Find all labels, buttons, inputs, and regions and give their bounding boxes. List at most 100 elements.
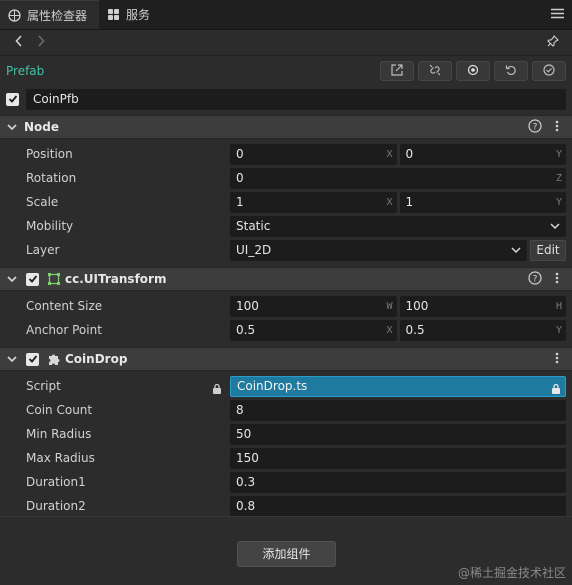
hamburger-icon [550,8,564,22]
prop-label: Duration2 [26,499,86,513]
prop-label: Duration1 [26,475,86,489]
forward-button[interactable] [30,32,52,54]
layer-edit-button[interactable]: Edit [530,239,566,261]
duration2-input[interactable]: 0.8 [230,495,566,517]
chevron-down-icon [511,240,521,261]
rotation-z-input[interactable]: 0Z [230,167,566,189]
panel-menu-button[interactable] [542,0,572,29]
mobility-value: Static [236,218,271,233]
prop-label: Position [26,147,73,161]
edit-prefab-button[interactable] [380,61,414,81]
prop-row-rotation: Rotation 0Z [0,166,572,190]
prop-row-min-radius: Min Radius 50 [0,422,572,446]
uitransform-section-title: cc.UITransform [65,272,167,286]
pin-icon [547,35,559,50]
node-section-title: Node [24,120,60,134]
uitransform-section-body: Content Size 100 W 100 H Anchor Point 0.5 X… [0,291,572,342]
max-radius-input[interactable]: 150 [230,447,566,469]
rotation-z-value: 0 [236,170,244,185]
back-button[interactable] [8,32,30,54]
more-vertical-icon [555,272,559,287]
help-icon: ? [528,270,542,288]
help-button[interactable]: ? [524,117,546,137]
node-active-checkbox[interactable] [6,92,19,106]
anchor-y-input[interactable]: 0.5 Y [399,319,566,341]
add-component-button[interactable]: 添加组件 [237,541,336,567]
axis-h-label: H [555,300,562,312]
node-more-button[interactable] [546,117,568,137]
position-y-input[interactable]: 0Y [399,143,566,165]
scale-y-value: 1 [405,194,414,209]
tab-inspector[interactable]: 属性检查器 [0,0,100,29]
prop-label: Rotation [26,171,77,185]
axis-z-label: Z [555,172,562,184]
node-section-header[interactable]: Node ? [0,115,572,139]
prop-row-layer: Layer UI_2D Edit [0,238,572,262]
node-name-row: CoinPfb [0,86,572,112]
axis-x-label: X [386,148,393,160]
prop-row-anchor-point: Anchor Point 0.5 X 0.5 Y [0,318,572,342]
scale-x-input[interactable]: 1X [230,191,397,213]
prop-row-coin-count: Coin Count 8 [0,398,572,422]
axis-y-label: Y [555,148,562,160]
layer-value: UI_2D [236,242,272,257]
prop-row-mobility: Mobility Static [0,214,572,238]
content-size-h-input[interactable]: 100 H [399,295,566,317]
position-x-input[interactable]: 0X [230,143,397,165]
tab-services-label: 服务 [126,8,151,22]
more-vertical-icon [555,352,559,367]
coindrop-section-header[interactable]: CoinDrop [0,347,572,371]
locate-prefab-button[interactable] [456,61,490,81]
mobility-select[interactable]: Static [230,215,566,237]
anchor-x-input[interactable]: 0.5 X [230,319,397,341]
uitransform-section-header[interactable]: cc.UITransform ? [0,267,572,291]
tab-inspector-label: 属性检查器 [27,8,88,23]
node-name-input[interactable]: CoinPfb [26,88,566,110]
prop-label: Max Radius [26,451,95,465]
help-icon: ? [528,118,542,136]
tab-services[interactable]: 服务 [99,0,162,29]
content-size-w-input[interactable]: 100 W [230,295,397,317]
duration1-input[interactable]: 0.3 [230,471,566,493]
prop-row-duration2: Duration2 0.8 [0,494,572,518]
coin-count-input[interactable]: 8 [230,399,566,421]
services-icon [107,8,120,21]
position-y-value: 0 [405,146,414,161]
coindrop-more-button[interactable] [546,349,568,369]
prop-label: Layer [26,243,60,257]
chevron-down-icon[interactable] [4,351,20,367]
layer-select[interactable]: UI_2D [230,239,527,261]
puzzle-icon [47,352,61,366]
coindrop-enabled-checkbox[interactable] [26,352,39,366]
prop-label: Anchor Point [26,323,102,337]
locate-icon [467,64,479,79]
coindrop-section-title: CoinDrop [65,352,128,366]
prop-label: Content Size [26,299,103,313]
pin-button[interactable] [542,32,564,54]
revert-prefab-button[interactable] [494,61,528,81]
scale-y-input[interactable]: 1Y [399,191,566,213]
position-x-value: 0 [236,146,244,161]
chevron-down-icon [550,216,560,237]
uitransform-more-button[interactable] [546,269,568,289]
min-radius-input[interactable]: 50 [230,423,566,445]
prop-row-max-radius: Max Radius 150 [0,446,572,470]
inspector-icon [8,8,21,22]
anchor-x-value: 0.5 [236,322,256,337]
prefab-toolbar: Prefab [0,56,572,86]
help-button[interactable]: ? [524,269,546,289]
svg-text:?: ? [533,122,538,132]
axis-x-label: X [386,324,393,336]
unlink-prefab-button[interactable] [418,61,452,81]
prop-label: Min Radius [26,427,92,441]
apply-prefab-button[interactable] [532,61,566,81]
prop-label: Script [26,379,230,394]
apply-icon [543,63,555,79]
prop-row-scale: Scale 1X 1Y [0,190,572,214]
chevron-down-icon[interactable] [4,119,20,135]
script-asset-field[interactable]: CoinDrop.ts [230,375,566,397]
lock-icon [212,383,222,394]
uitransform-enabled-checkbox[interactable] [26,272,39,286]
chevron-down-icon[interactable] [4,271,20,287]
svg-text:?: ? [533,274,538,284]
